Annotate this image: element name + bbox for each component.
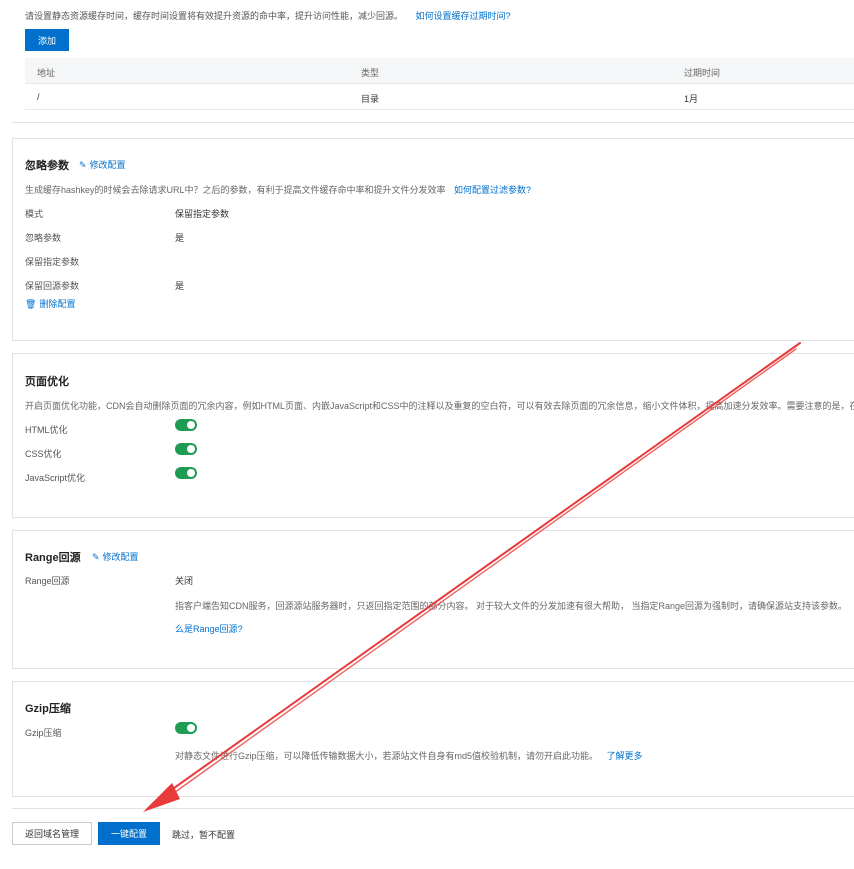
field-value-ignore: 是 [175,233,185,243]
field-label-keep: 保留指定参数 [25,257,80,267]
page-opt-description: 开启页面优化功能，CDN会自动删除页面的冗余内容，例如HTML页面、内嵌Java… [25,401,854,411]
pencil-icon: ✎ [79,160,87,170]
back-to-domain-button[interactable]: 返回域名管理 [12,822,92,845]
ignore-params-description: 生成缓存hashkey的时候会去除请求URL中？之后的参数，有利于提高文件缓存命… [25,185,532,195]
delete-config-link[interactable]: 🗑 删除配置 [25,297,75,310]
page-optimization-panel: 页面优化 开启页面优化功能，CDN会自动删除页面的冗余内容，例如HTML页面、内… [12,353,854,518]
table-header: 地址 类型 过期时间 [25,58,854,84]
skip-config-link[interactable]: 跳过，暂不配置 [172,828,235,841]
ignore-params-title: 忽略参数 [25,160,69,172]
field-value-keep-origin: 是 [175,281,185,291]
ignore-params-panel: 忽略参数 ✎ 修改配置 生成缓存hashkey的时候会去除请求URL中？之后的参数… [12,138,854,341]
range-value: 关闭 [175,576,194,586]
column-header-path: 地址 [37,68,56,78]
row-expire: 1月 [684,94,699,104]
trash-icon: 🗑 [25,299,37,309]
cache-rules-table: 地址 类型 过期时间 / 目录 1月 [25,58,854,110]
field-label-ignore: 忽略参数 [25,233,62,243]
field-label-mode: 模式 [25,209,44,219]
row-path: / [37,92,40,102]
cache-help-link[interactable]: 如何设置缓存过期时间? [416,11,511,21]
footer-divider [12,808,854,809]
pencil-icon: ✎ [92,552,100,562]
field-value-mode: 保留指定参数 [175,209,230,219]
add-cache-rule-button[interactable]: 添加 [25,29,69,51]
js-opt-toggle[interactable] [175,467,197,479]
row-type: 目录 [361,94,380,104]
one-click-config-button[interactable]: 一键配置 [98,822,160,845]
css-opt-toggle[interactable] [175,443,197,455]
cache-description: 请设置静态资源缓存时间，缓存时间设置将有效提升资源的命中率，提升访问性能，减少回… [25,11,511,21]
range-edit-link[interactable]: ✎ 修改配置 [92,550,139,563]
range-help-link[interactable]: 么是Range回源? [175,622,243,635]
option-label-html: HTML优化 [25,425,68,435]
gzip-description: 对静态文件进行Gzip压缩，可以降低传输数据大小，若源站文件自身有md5值校验机… [175,751,643,761]
gzip-panel: Gzip压缩 Gzip压缩 对静态文件进行Gzip压缩，可以降低传输数据大小，若… [12,681,854,797]
option-label-js: JavaScript优化 [25,473,86,483]
gzip-toggle[interactable] [175,722,197,734]
gzip-help-link[interactable]: 了解更多 [607,751,643,761]
table-row: / 目录 1月 [25,84,854,110]
html-opt-toggle[interactable] [175,419,197,431]
gzip-label: Gzip压缩 [25,728,62,738]
field-label-keep-origin: 保留回源参数 [25,281,80,291]
cdn-config-page: 请设置静态资源缓存时间，缓存时间设置将有效提升资源的命中率，提升访问性能，减少回… [0,0,854,869]
ignore-params-edit-link[interactable]: ✎ 修改配置 [79,158,126,171]
range-label: Range回源 [25,576,70,586]
range-title: Range回源 [25,552,81,564]
column-header-type: 类型 [361,68,380,78]
page-opt-title: 页面优化 [25,376,69,388]
column-header-expire: 过期时间 [684,68,721,78]
option-label-css: CSS优化 [25,449,62,459]
gzip-title: Gzip压缩 [25,703,71,715]
range-description: 指客户端告知CDN服务，回源源站服务器时，只返回指定范围的部分内容。 对于较大文… [175,601,848,611]
ignore-params-help-link[interactable]: 如何配置过滤参数? [454,185,531,195]
range-origin-panel: Range回源 ✎ 修改配置 Range回源 关闭 指客户端告知CDN服务，回源源… [12,530,854,669]
divider [12,122,854,123]
